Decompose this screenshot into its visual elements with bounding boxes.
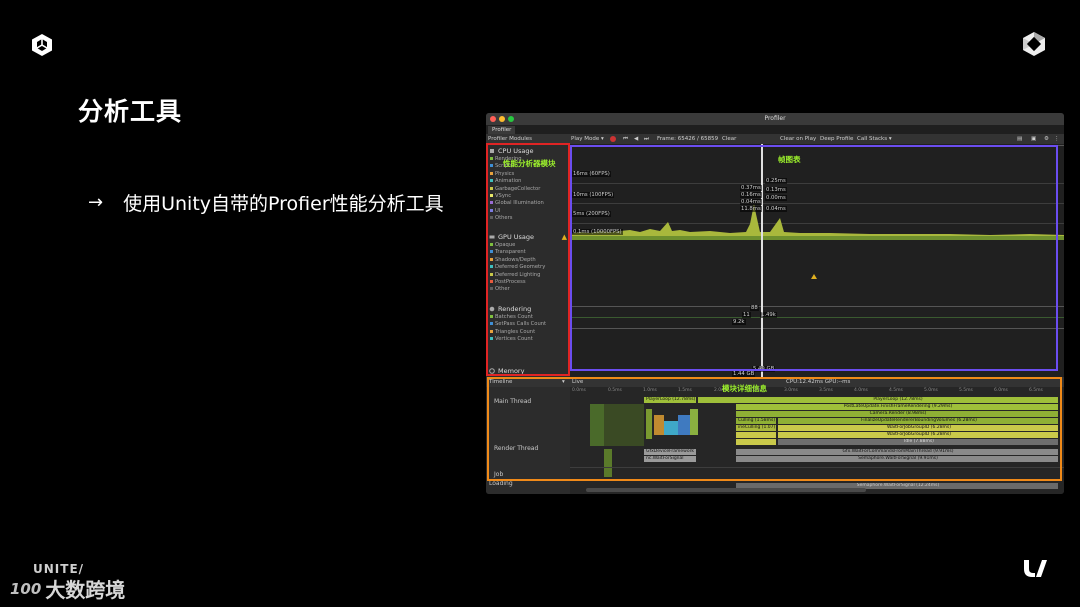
- modules-highlight: [486, 143, 570, 376]
- prev-frame-icon[interactable]: ◀: [634, 135, 638, 143]
- window-titlebar: Profiler: [486, 113, 1064, 125]
- call-stacks-dropdown[interactable]: Call Stacks ▾: [857, 135, 892, 143]
- frame-counter: Frame: 65426 / 65859: [657, 136, 719, 142]
- slide-title: 分析工具: [78, 97, 183, 126]
- save-icon[interactable]: ▣: [1031, 135, 1036, 143]
- profiler-toolbar: Profiler Modules Play Mode ▾ ⏮ ◀ ⏭ Frame…: [486, 134, 1064, 144]
- record-button[interactable]: [610, 136, 616, 142]
- arrow-icon: →: [88, 192, 104, 213]
- play-mode-dropdown[interactable]: Play Mode ▾: [571, 135, 604, 143]
- settings-icon[interactable]: ⚙: [1044, 135, 1049, 143]
- thread-loading[interactable]: Loading: [489, 480, 513, 487]
- unity-cube-icon: [1023, 32, 1045, 56]
- profiler-modules-dropdown[interactable]: Profiler Modules: [488, 135, 532, 143]
- chart-highlight: [570, 145, 1058, 371]
- load-icon[interactable]: ▤: [1017, 135, 1022, 143]
- clear-button[interactable]: Clear: [722, 135, 736, 143]
- bullet-point: → 使用Unity自带的Profier性能分析工具: [88, 189, 444, 216]
- deep-profile-toggle[interactable]: Deep Profile: [820, 135, 853, 143]
- window-title: Profiler: [764, 115, 786, 122]
- more-icon[interactable]: ⋮: [1054, 135, 1060, 143]
- bullet-text: 使用Unity自带的Profier性能分析工具: [123, 193, 444, 215]
- chart-annotation: 帧图表: [778, 155, 801, 164]
- horizontal-scrollbar[interactable]: [586, 488, 866, 492]
- unity-logo-icon: [32, 34, 52, 56]
- details-highlight: [487, 377, 1062, 481]
- brand-watermark: 100 大数跨境: [10, 574, 125, 603]
- next-frame-icon[interactable]: ⏭: [644, 135, 649, 143]
- details-annotation: 模块详细信息: [722, 384, 767, 393]
- modules-annotation: 性能分析器模块: [503, 159, 556, 168]
- unite-u-icon: [1024, 560, 1047, 577]
- tab-profiler[interactable]: Profiler: [488, 126, 516, 134]
- tab-bar: Profiler: [486, 125, 1064, 134]
- clear-on-play-toggle[interactable]: Clear on Play: [780, 135, 816, 143]
- brand-name: 大数跨境: [45, 578, 126, 602]
- brand-mark: 100: [10, 579, 42, 598]
- first-frame-icon[interactable]: ⏮: [623, 135, 628, 143]
